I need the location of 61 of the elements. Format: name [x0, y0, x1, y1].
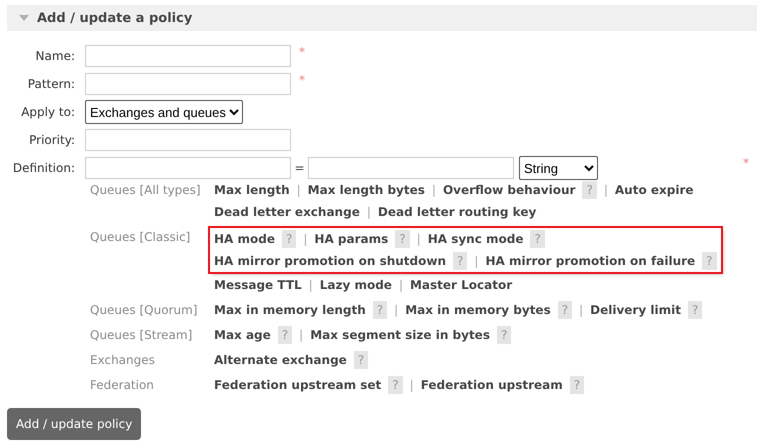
group-label: Queues [Quorum]: [89, 302, 198, 319]
group-label: Queues [Stream]: [89, 327, 194, 344]
policy-key-link[interactable]: Max age: [214, 328, 271, 342]
required-mark: *: [743, 156, 749, 170]
separator: |: [398, 278, 403, 292]
policy-key-link[interactable]: HA params: [314, 232, 388, 246]
policy-key-link[interactable]: Dead letter routing key: [378, 205, 536, 219]
add-policy-button[interactable]: Add / update policy: [7, 408, 142, 440]
separator: |: [416, 232, 421, 246]
field-label: Name:: [34, 49, 76, 63]
input-field[interactable]: [85, 73, 291, 95]
policy-key-link[interactable]: Dead letter exchange: [214, 205, 360, 219]
type-dropdown[interactable]: String: [519, 156, 598, 180]
group-label: Queues [Classic]: [89, 229, 192, 246]
field-label: Priority:: [28, 133, 76, 147]
section-header[interactable]: Add / update a policy: [7, 5, 757, 31]
collapse-triangle-icon: [19, 15, 29, 21]
group-label: Queues [All types]: [89, 182, 202, 199]
policy-key-link[interactable]: Max segment size in bytes: [310, 328, 490, 342]
policy-key-link[interactable]: Max in memory bytes: [405, 303, 551, 317]
policy-key-link[interactable]: Max length: [214, 183, 290, 197]
policy-key-link[interactable]: HA mirror promotion on failure: [485, 254, 696, 268]
policy-key-link[interactable]: Federation upstream: [420, 378, 563, 392]
field-label: Apply to:: [20, 105, 76, 119]
input-field[interactable]: [85, 45, 291, 67]
separator: |: [308, 278, 313, 292]
policy-key-link[interactable]: Lazy mode: [320, 278, 392, 292]
separator: |: [604, 183, 608, 197]
policy-key-link[interactable]: Auto expire: [614, 183, 694, 197]
required-mark: *: [299, 45, 305, 59]
separator: |: [394, 303, 398, 317]
separator: |: [474, 254, 478, 268]
policy-key-link[interactable]: Max in memory length: [214, 303, 366, 317]
section-title: Add / update a policy: [37, 10, 192, 26]
group-label: Exchanges: [89, 352, 156, 369]
separator: |: [299, 328, 304, 342]
policy-key-link[interactable]: HA sync mode: [428, 232, 524, 246]
required-mark: *: [299, 73, 305, 87]
group-label: Federation: [89, 377, 155, 394]
separator: |: [303, 232, 308, 246]
key-input-field[interactable]: [85, 157, 291, 179]
field-label: Definition:: [12, 161, 76, 175]
separator: |: [296, 183, 301, 197]
separator: |: [410, 378, 414, 392]
policy-key-link[interactable]: Message TTL: [214, 278, 302, 292]
policy-key-link[interactable]: Master Locator: [410, 278, 512, 292]
policy-key-link[interactable]: HA mode: [214, 232, 275, 246]
policy-key-link[interactable]: Delivery limit: [590, 303, 681, 317]
policy-key-link[interactable]: Alternate exchange: [214, 353, 347, 367]
separator: |: [432, 183, 436, 197]
equals-sign: =: [293, 161, 306, 175]
apply-to-dropdown[interactable]: Exchanges and queues: [85, 100, 243, 124]
separator: |: [366, 205, 371, 219]
input-field[interactable]: [85, 129, 291, 151]
field-label: Pattern:: [26, 77, 76, 91]
value-input-field[interactable]: [308, 157, 514, 179]
policy-key-link[interactable]: Max length bytes: [308, 183, 425, 197]
policy-key-link[interactable]: HA mirror promotion on shutdown: [214, 254, 446, 268]
separator: |: [579, 303, 584, 317]
policy-key-link[interactable]: Federation upstream set: [214, 378, 382, 392]
policy-key-link[interactable]: Overflow behaviour: [442, 183, 576, 197]
